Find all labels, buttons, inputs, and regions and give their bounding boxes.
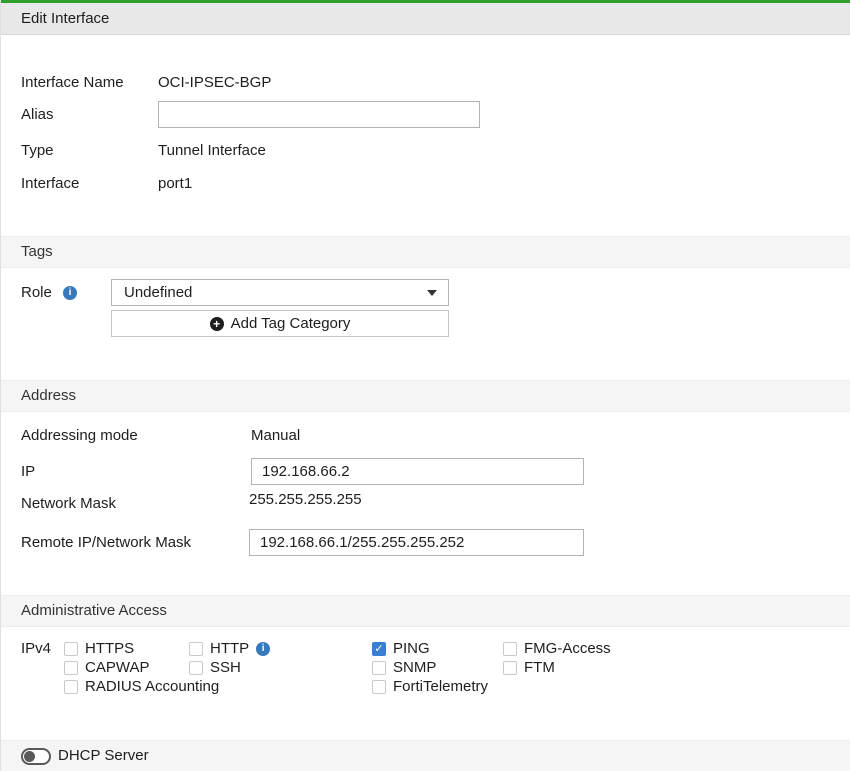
address-section-title: Address [21,381,76,411]
interface-name-value: OCI-IPSEC-BGP [158,75,271,91]
checkbox-label: RADIUS Accounting [85,678,219,695]
admin-access-section-title: Administrative Access [21,596,167,626]
edit-interface-panel: Edit Interface Interface Name OCI-IPSEC-… [0,0,850,771]
type-value: Tunnel Interface [158,143,266,159]
checkbox-fortitelemetry[interactable] [372,680,386,694]
addressing-mode-label: Addressing mode [21,428,138,444]
checkbox-http[interactable] [189,642,203,656]
tags-section-header: Tags [1,236,850,268]
checkbox-ping[interactable]: ✓ [372,642,386,656]
checkbox-label: SNMP [393,659,436,676]
checkbox-label: CAPWAP [85,659,149,676]
network-mask-value: 255.255.255.255 [249,492,362,508]
remote-ip-input[interactable] [249,529,584,556]
ipv4-label: IPv4 [21,641,51,657]
checkbox-radius-accounting[interactable] [64,680,78,694]
checkbox-label: FTM [524,659,555,676]
admin-access-option: SNMP [372,658,488,677]
interface-name-label: Interface Name [21,75,124,91]
admin-access-option: SSH [189,658,270,677]
dhcp-server-toggle[interactable] [21,748,51,765]
checkbox-label: SSH [210,659,241,676]
interface-label: Interface [21,176,79,192]
type-label: Type [21,143,54,159]
checkbox-fmg-access[interactable] [503,642,517,656]
checkbox-ssh[interactable] [189,661,203,675]
alias-input[interactable] [158,101,480,128]
admin-access-option: ✓ PING [372,639,488,658]
ip-label: IP [21,464,35,480]
info-icon[interactable]: i [63,286,77,300]
dhcp-server-label: DHCP Server [58,741,149,771]
tags-section-title: Tags [21,237,53,267]
checkbox-label: PING [393,640,430,657]
checkbox-ftm[interactable] [503,661,517,675]
admin-access-option: FMG-Access [503,639,611,658]
admin-access-option: HTTP i [189,639,270,658]
role-select[interactable]: Undefined [111,279,449,306]
interface-value: port1 [158,176,192,192]
admin-access-option: FortiTelemetry [372,677,488,696]
role-selected-value: Undefined [124,280,192,305]
checkbox-snmp[interactable] [372,661,386,675]
plus-icon: + [210,317,224,331]
admin-access-column-3: ✓ PING SNMP FortiTelemetry [372,639,488,696]
network-mask-label: Network Mask [21,496,116,512]
admin-access-option: RADIUS Accounting [64,677,219,696]
admin-access-column-4: FMG-Access FTM [503,639,611,677]
admin-access-option: FTM [503,658,611,677]
page-title: Edit Interface [21,3,109,34]
remote-ip-label: Remote IP/Network Mask [21,535,191,551]
checkbox-https[interactable] [64,642,78,656]
chevron-down-icon [427,290,437,296]
checkbox-label: FMG-Access [524,640,611,657]
addressing-mode-value: Manual [251,428,300,444]
address-section-header: Address [1,380,850,412]
checkbox-label: HTTPS [85,640,134,657]
ip-input[interactable] [251,458,584,485]
admin-access-section-header: Administrative Access [1,595,850,627]
add-tag-category-button[interactable]: + Add Tag Category [111,310,449,337]
info-icon[interactable]: i [256,642,270,656]
checkbox-label: HTTP [210,640,249,657]
checkbox-capwap[interactable] [64,661,78,675]
add-tag-category-label: Add Tag Category [231,315,351,332]
dhcp-server-section-header: DHCP Server [1,740,850,771]
toggle-knob-icon [24,751,35,762]
admin-access-column-2: HTTP i SSH [189,639,270,677]
title-bar: Edit Interface [1,3,850,35]
checkbox-label: FortiTelemetry [393,678,488,695]
role-label: Role [21,285,52,301]
alias-label: Alias [21,107,54,123]
